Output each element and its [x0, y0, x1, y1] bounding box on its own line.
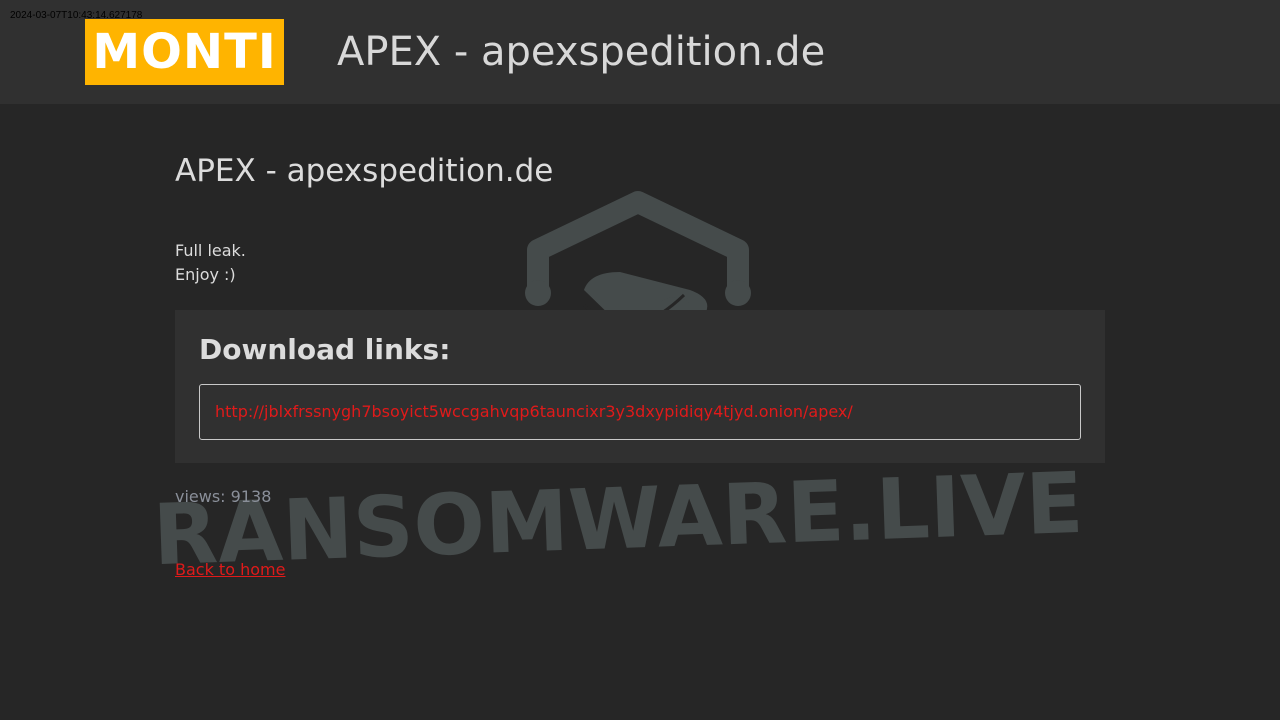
download-section: Download links: http://jblxfrssnygh7bsoy… [175, 310, 1105, 463]
page: 2024-03-07T10:43:14.627178 MONTI APEX - … [0, 0, 1280, 720]
description-line: Full leak. [175, 241, 246, 260]
post-description: Full leak. Enjoy :) [175, 239, 1105, 287]
views-count: views: 9138 [175, 487, 272, 506]
back-to-home-link[interactable]: Back to home [175, 560, 285, 579]
timestamp: 2024-03-07T10:43:14.627178 [10, 10, 143, 21]
watermark-text: RANSOMWARE.LIVE [151, 454, 1084, 584]
download-link[interactable]: http://jblxfrssnygh7bsoyict5wccgahvqp6ta… [215, 402, 853, 421]
download-link-box: http://jblxfrssnygh7bsoyict5wccgahvqp6ta… [199, 384, 1081, 440]
post-content: APEX - apexspedition.de Full leak. Enjoy… [175, 150, 1105, 579]
header-title: APEX - apexspedition.de [337, 29, 826, 75]
site-header: MONTI APEX - apexspedition.de [0, 0, 1280, 104]
monti-logo[interactable]: MONTI [85, 19, 284, 85]
download-heading: Download links: [199, 333, 451, 366]
post-title: APEX - apexspedition.de [175, 153, 554, 189]
description-line: Enjoy :) [175, 265, 236, 284]
